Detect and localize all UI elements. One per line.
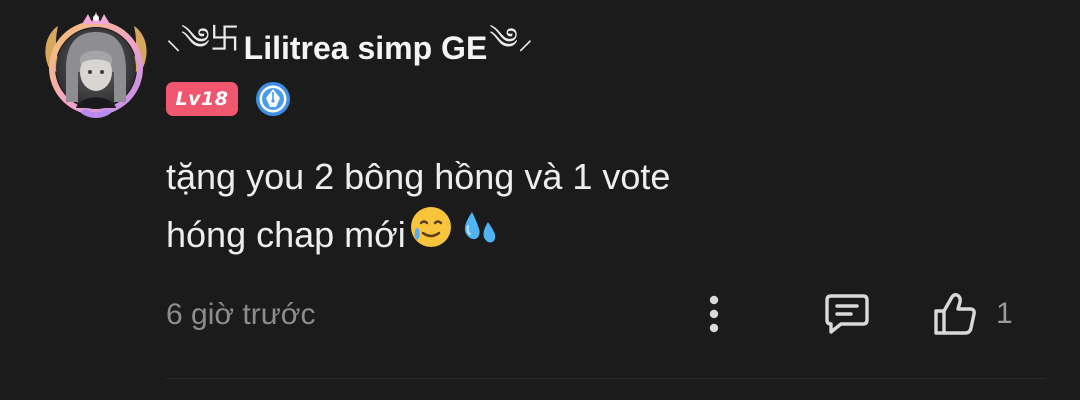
level-badge: Lv18	[166, 82, 238, 116]
comment-footer: 6 giờ trước 1	[166, 290, 1026, 340]
avatar-image	[45, 12, 147, 118]
comment-text: tặng you 2 bông hồng và 1 vote hóng chap…	[166, 150, 1026, 265]
reply-button[interactable]	[820, 290, 874, 338]
like-count: 1	[996, 297, 1013, 330]
like-button[interactable]: 1	[932, 290, 1013, 338]
author-badges: Lv18	[166, 80, 292, 118]
author-name-text: Lilitrea simp GE	[243, 29, 488, 66]
more-vertical-icon	[709, 295, 719, 333]
name-decoration-right: ༄⸝	[489, 23, 533, 56]
comment-item: ⸜༄卐 Lilitrea simp GE ༄⸝ Lv18 tặng you 2 …	[0, 0, 1080, 400]
author-name[interactable]: ⸜༄卐 Lilitrea simp GE ༄⸝	[166, 23, 533, 70]
comment-line-text: tặng you 2 bông hồng và 1 vote	[166, 156, 671, 197]
comment-line-text: hóng chap mới	[166, 213, 406, 255]
divider	[166, 378, 1046, 379]
avatar[interactable]	[36, 10, 156, 120]
timestamp: 6 giờ trước	[166, 298, 316, 331]
more-options-button[interactable]	[696, 292, 732, 336]
name-decoration-left: ⸜༄卐	[166, 23, 240, 56]
pen-nib-badge-icon	[254, 80, 292, 118]
comment-bubble-icon	[825, 294, 869, 334]
comment-line: hóng chap mới	[166, 204, 1026, 265]
smiling-face-with-tear-icon	[408, 204, 454, 265]
comment-line: tặng you 2 bông hồng và 1 vote	[166, 150, 1026, 204]
thumbs-up-icon	[934, 293, 976, 335]
sweat-droplets-icon	[456, 204, 502, 265]
